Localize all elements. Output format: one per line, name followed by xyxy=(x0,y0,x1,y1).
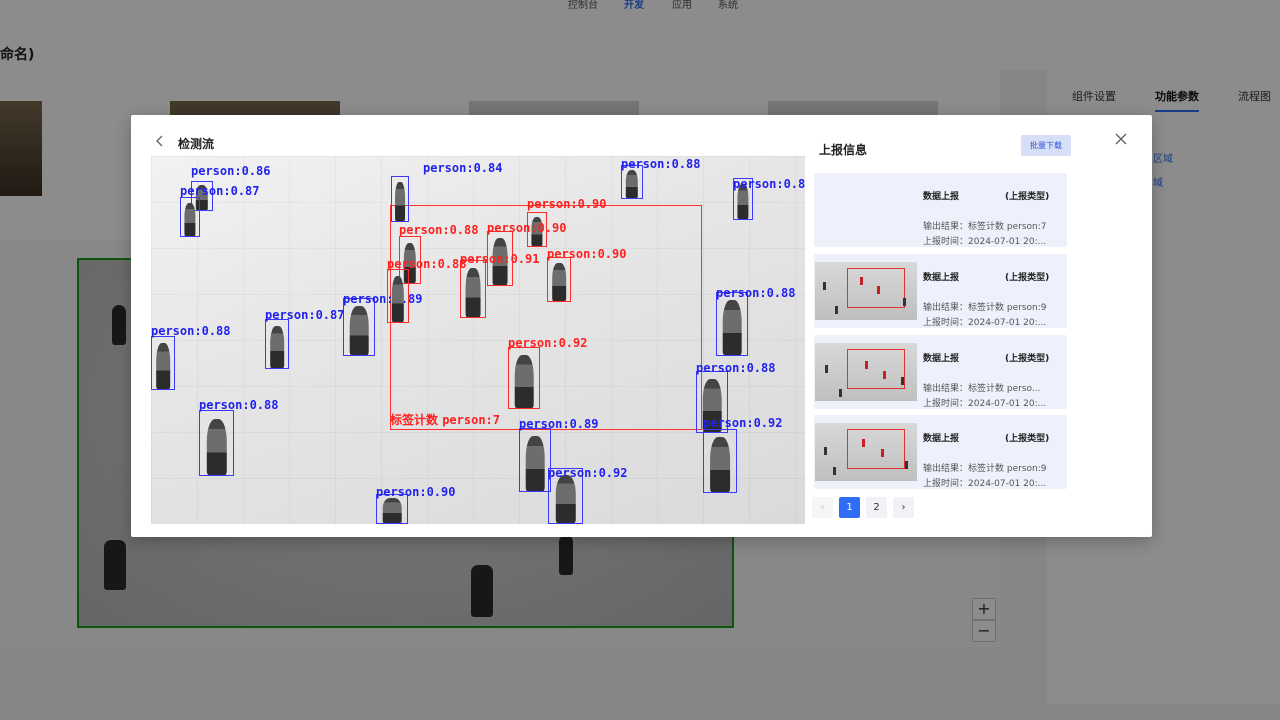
report-card[interactable]: 数据上报 (上报类型) 输出结果：标签计数 person:9 上报时间：2024… xyxy=(814,415,1067,489)
detection-label: person:0.90 xyxy=(376,485,456,499)
report-card-list: 数据上报 (上报类型) 输出结果：标签计数 person:7 上报时间：2024… xyxy=(814,172,1067,492)
report-result: 输出结果：标签计数 person:7 xyxy=(923,222,1047,232)
detection-label: person:0.88 xyxy=(199,398,279,412)
report-kind: (上报类型) xyxy=(1005,354,1050,364)
detection-box-in-zone xyxy=(508,347,540,409)
detection-stream-modal: 检测流 标签计数 person:7 person:0.86 person:0.8… xyxy=(131,115,1152,537)
batch-download-button[interactable]: 批量下载 xyxy=(1021,135,1071,156)
report-panel-title: 上报信息 xyxy=(819,143,868,157)
close-icon[interactable] xyxy=(1114,132,1128,146)
report-type: 数据上报 xyxy=(923,273,960,283)
detection-box xyxy=(151,336,175,390)
detection-label-in-zone: person:0.91 xyxy=(460,252,540,266)
detection-label-in-zone: person:0.90 xyxy=(547,247,627,261)
report-type: 数据上报 xyxy=(923,354,960,364)
detection-label: person:0.88 xyxy=(151,324,231,338)
detection-box xyxy=(265,319,289,369)
detection-label: person:0.86 xyxy=(191,164,271,178)
detection-label-in-zone: person:0.90 xyxy=(487,221,567,235)
detection-label: person:0.83 xyxy=(733,177,805,191)
report-time: 上报时间：2024-07-01 20:... xyxy=(923,237,1047,247)
detection-label: person:0.89 xyxy=(343,292,423,306)
report-thumbnail[interactable] xyxy=(815,423,917,481)
detection-label: person:0.84 xyxy=(423,161,503,175)
detection-label-in-zone: person:0.88 xyxy=(387,257,467,271)
detection-label: person:0.88 xyxy=(716,286,796,300)
detection-box xyxy=(343,298,375,356)
detection-label: person:0.92 xyxy=(703,416,783,430)
report-result: 输出结果：标签计数 person:9 xyxy=(923,464,1047,474)
report-kind: (上报类型) xyxy=(1005,273,1050,283)
report-kind: (上报类型) xyxy=(1005,434,1050,444)
report-result: 输出结果：标签计数 perso... xyxy=(923,384,1041,394)
detection-box xyxy=(180,197,200,237)
page-button-2[interactable]: 2 xyxy=(866,497,887,518)
report-card[interactable]: 数据上报 (上报类型) 输出结果：标签计数 person:7 上报时间：2024… xyxy=(814,173,1067,247)
chevron-left-icon[interactable] xyxy=(153,134,167,148)
detection-video[interactable]: 标签计数 person:7 person:0.86 person:0.87 pe… xyxy=(151,156,805,524)
report-kind: (上报类型) xyxy=(1005,192,1050,202)
report-time: 上报时间：2024-07-01 20:... xyxy=(923,479,1047,489)
detection-box-in-zone xyxy=(387,269,409,323)
detection-label-in-zone: person:0.90 xyxy=(527,197,607,211)
detection-label: person:0.89 xyxy=(519,417,599,431)
zone-caption-count: person:7 xyxy=(442,413,500,427)
report-thumbnail[interactable] xyxy=(815,343,917,401)
detection-label-in-zone: person:0.92 xyxy=(508,336,588,350)
zone-caption: 标签计数 person:7 xyxy=(390,411,500,428)
detection-box xyxy=(199,410,234,476)
next-page-button[interactable]: › xyxy=(893,497,914,518)
detection-box xyxy=(703,429,737,493)
detection-box xyxy=(716,292,748,356)
detection-label: person:0.87 xyxy=(265,308,345,322)
detection-label: person:0.87 xyxy=(180,184,260,198)
prev-page-button[interactable]: ‹ xyxy=(812,497,833,518)
detection-box-in-zone xyxy=(547,257,571,302)
report-thumbnail[interactable] xyxy=(815,262,917,320)
page-button-1[interactable]: 1 xyxy=(839,497,860,518)
detection-box xyxy=(391,176,409,222)
report-type: 数据上报 xyxy=(923,192,960,202)
report-type: 数据上报 xyxy=(923,434,960,444)
report-thumbnail xyxy=(815,181,917,239)
detection-label: person:0.88 xyxy=(621,157,701,171)
detection-label: person:0.88 xyxy=(696,361,776,375)
zone-caption-label: 标签计数 xyxy=(390,413,439,427)
report-time: 上报时间：2024-07-01 20:... xyxy=(923,399,1047,409)
detection-box xyxy=(519,428,551,492)
report-card[interactable]: 数据上报 (上报类型) 输出结果：标签计数 person:9 上报时间：2024… xyxy=(814,254,1067,328)
report-time: 上报时间：2024-07-01 20:... xyxy=(923,318,1047,328)
report-card[interactable]: 数据上报 (上报类型) 输出结果：标签计数 perso... 上报时间：2024… xyxy=(814,335,1067,409)
detection-label-in-zone: person:0.88 xyxy=(399,223,479,237)
report-result: 输出结果：标签计数 person:9 xyxy=(923,303,1047,313)
stream-title: 检测流 xyxy=(178,137,215,151)
detection-label: person:0.92 xyxy=(548,466,628,480)
